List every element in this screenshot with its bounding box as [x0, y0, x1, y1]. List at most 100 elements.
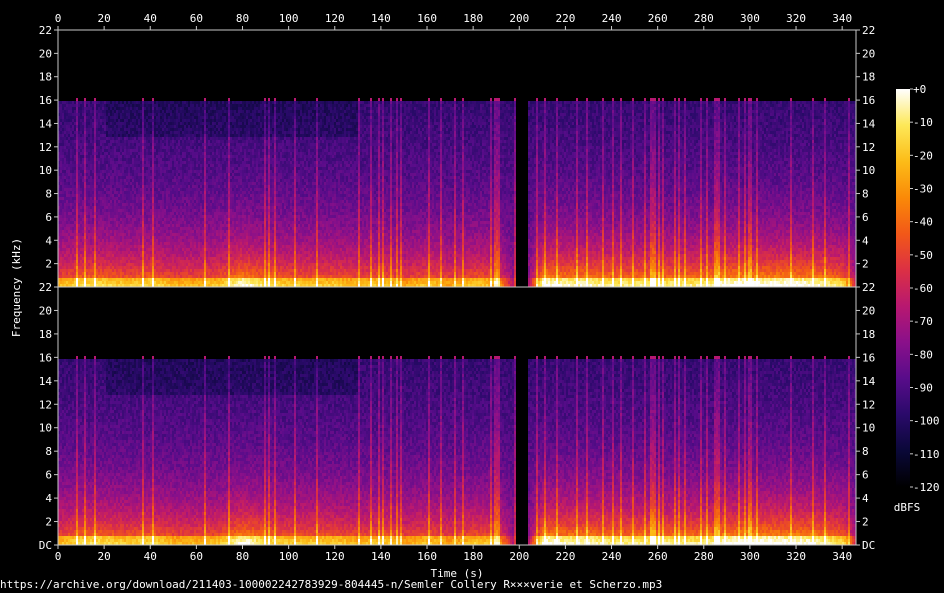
y-tick-label-right: 8: [862, 188, 869, 201]
y-tick-label-right: 16: [862, 351, 875, 364]
x-tick-label-top: 100: [279, 12, 299, 25]
y-tick-label-left: 4: [45, 234, 52, 247]
y-tick-label-left: 16: [39, 351, 52, 364]
x-tick-label-bottom: 20: [98, 550, 111, 563]
y-tick-label-left: 22: [39, 24, 52, 37]
x-tick-label-top: 280: [694, 12, 714, 25]
x-tick-label-bottom: 60: [190, 550, 203, 563]
x-tick-label-top: 200: [509, 12, 529, 25]
x-tick-label-bottom: 140: [371, 550, 391, 563]
y-tick-label-right: 10: [862, 164, 875, 177]
y-tick-label-right: 20: [862, 47, 875, 60]
spectrogram-channel-1: [58, 30, 856, 287]
x-tick-label-bottom: 0: [55, 550, 62, 563]
spectrogram-chart: 0 0 20 20 40 40 60 60 80 80 100 100 120 120 140 140 160 1…: [0, 0, 944, 593]
y-tick-label-left: DC: [39, 539, 52, 552]
y-tick-label-left: 18: [39, 71, 52, 84]
y-tick-label-left: 14: [39, 375, 53, 388]
colorbar-tick-label: -30: [913, 183, 933, 196]
x-tick-label-top: 240: [602, 12, 622, 25]
y-tick-label-right: 22: [862, 281, 875, 294]
x-tick-label-top: 320: [786, 12, 806, 25]
y-tick-label-left: 2: [45, 516, 52, 529]
x-tick-label-bottom: 180: [463, 550, 483, 563]
colorbar: +0 -10 -20 -30 -40 -50 -60 -70 -80 -90 -100 -110 -12…: [894, 83, 940, 514]
y-tick-label-left: 4: [45, 492, 52, 505]
x-tick-label-top: 60: [190, 12, 203, 25]
x-tick-label-top: 40: [144, 12, 157, 25]
colorbar-label: dBFS: [894, 501, 921, 514]
colorbar-tick-label: -100: [913, 415, 940, 428]
y-tick-label-left: 2: [45, 258, 52, 271]
x-tick-label-bottom: 320: [786, 550, 806, 563]
x-tick-label-bottom: 280: [694, 550, 714, 563]
colorbar-tick-label: -110: [913, 448, 940, 461]
source-url: https://archive.org/download/211403-1000…: [0, 578, 662, 591]
y-tick-label-right: 8: [862, 445, 869, 458]
x-tick-label-bottom: 240: [602, 550, 622, 563]
y-tick-label-left: 20: [39, 47, 52, 60]
x-tick-label-bottom: 340: [832, 550, 852, 563]
x-tick-label-top: 120: [325, 12, 345, 25]
y-tick-label-right: 6: [862, 469, 869, 482]
x-tick-label-bottom: 260: [648, 550, 668, 563]
y-tick-label-left: 12: [39, 398, 52, 411]
y-tick-label-left: 6: [45, 211, 52, 224]
y-tick-label-right: 20: [862, 304, 875, 317]
x-tick-label-top: 340: [832, 12, 852, 25]
colorbar-tick-label: -40: [913, 216, 933, 229]
y-tick-label-left: 10: [39, 164, 52, 177]
spectrogram-cells: [58, 98, 856, 287]
x-tick-label-top: 260: [648, 12, 668, 25]
y-tick-label-left: 8: [45, 445, 52, 458]
y-tick-label-right: DC: [862, 539, 875, 552]
x-tick-label-bottom: 100: [279, 550, 299, 563]
colorbar-tick-label: -70: [913, 315, 933, 328]
x-tick-label-bottom: 120: [325, 550, 345, 563]
y-tick-label-left: 16: [39, 94, 52, 107]
colorbar-tick-label: -10: [913, 116, 933, 129]
y-tick-label-right: 4: [862, 234, 869, 247]
y-tick-label-left: 8: [45, 188, 52, 201]
y-tick-label-right: 18: [862, 328, 875, 341]
x-tick-label-bottom: 80: [236, 550, 249, 563]
y-tick-label-right: 10: [862, 422, 875, 435]
y-tick-label-right: 14: [862, 375, 876, 388]
y-tick-label-right: 12: [862, 141, 875, 154]
x-tick-label-top: 180: [463, 12, 483, 25]
y-tick-label-left: 14: [39, 117, 53, 130]
colorbar-tick-label: -20: [913, 149, 933, 162]
colorbar-tick-label: +0: [913, 83, 926, 96]
colorbar-scale: [896, 89, 910, 487]
x-tick-label-bottom: 160: [417, 550, 437, 563]
x-tick-label-top: 80: [236, 12, 249, 25]
spectrogram-channel-2: [58, 287, 856, 545]
x-tick-label-top: 140: [371, 12, 391, 25]
colorbar-tick-label: -50: [913, 249, 933, 262]
x-tick-label-top: 0: [55, 12, 62, 25]
y-tick-label-right: 16: [862, 94, 875, 107]
colorbar-tick-label: -90: [913, 382, 933, 395]
y-tick-label-left: 6: [45, 469, 52, 482]
x-tick-label-bottom: 220: [555, 550, 575, 563]
x-tick-label-top: 300: [740, 12, 760, 25]
y-axis-label: Frequency (kHz): [10, 238, 23, 337]
x-tick-label-top: 160: [417, 12, 437, 25]
spectrogram-cells: [58, 356, 856, 545]
y-tick-label-right: 14: [862, 117, 876, 130]
y-tick-label-left: 18: [39, 328, 52, 341]
y-tick-label-left: 20: [39, 304, 52, 317]
y-tick-label-right: 2: [862, 258, 869, 271]
y-tick-label-right: 18: [862, 71, 875, 84]
x-tick-label-bottom: 200: [509, 550, 529, 563]
colorbar-tick-label: -60: [913, 282, 933, 295]
y-tick-label-left: 10: [39, 422, 52, 435]
y-tick-label-right: 22: [862, 24, 875, 37]
y-tick-label-right: 12: [862, 398, 875, 411]
x-tick-label-bottom: 300: [740, 550, 760, 563]
x-tick-label-top: 220: [555, 12, 575, 25]
colorbar-tick-label: -80: [913, 348, 933, 361]
x-tick-label-top: 20: [98, 12, 111, 25]
colorbar-tick-label: -120: [913, 481, 940, 494]
x-tick-label-bottom: 40: [144, 550, 157, 563]
